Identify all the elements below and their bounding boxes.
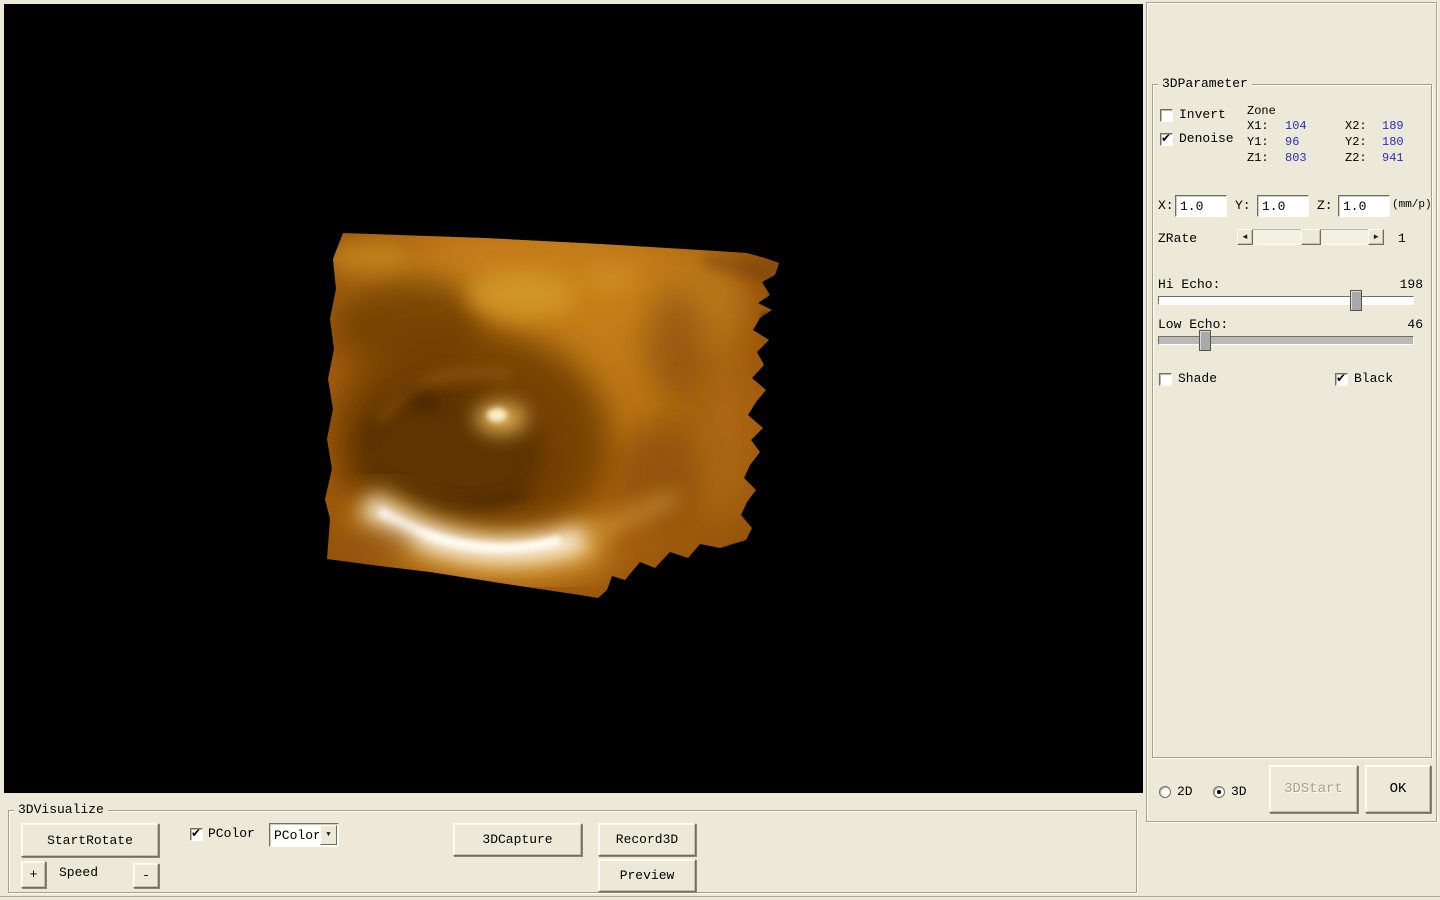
- denoise-label: Denoise: [1179, 131, 1234, 146]
- shade-checkbox[interactable]: ✔: [1159, 373, 1172, 386]
- y-scale-label: Y:: [1235, 198, 1251, 213]
- zrate-scrollbar[interactable]: ◄ ►: [1237, 229, 1384, 245]
- check-icon: ✔: [1336, 371, 1347, 385]
- black-checkbox[interactable]: ✔: [1335, 371, 1348, 386]
- low-echo-slider[interactable]: [1158, 330, 1414, 351]
- zone-x2-value: 189: [1382, 119, 1404, 133]
- zone-title: Zone: [1247, 104, 1276, 118]
- zone-z1-value: 803: [1285, 151, 1307, 165]
- shade-label: Shade: [1178, 371, 1218, 386]
- zone-z2-label: Z2:: [1345, 151, 1367, 165]
- x-scale-input[interactable]: [1175, 195, 1227, 217]
- zone-x1-label: X1:: [1247, 119, 1269, 133]
- radio-2d-label: 2D: [1177, 784, 1193, 799]
- zone-x1-value: 104: [1285, 119, 1307, 133]
- parameter-panel: 3DParameter ✔ Invert ✔ Denoise Zone X1: …: [1146, 2, 1437, 822]
- check-icon: ✔: [191, 826, 202, 840]
- ok-button[interactable]: OK: [1365, 765, 1431, 813]
- zone-y1-value: 96: [1285, 135, 1300, 149]
- z-scale-label: Z:: [1317, 198, 1333, 213]
- zone-x2-label: X2:: [1345, 119, 1367, 133]
- invert-label: Invert: [1179, 107, 1226, 122]
- record3d-button[interactable]: Record3D: [598, 823, 696, 856]
- scroll-left-arrow-icon[interactable]: ◄: [1237, 229, 1253, 245]
- pcolor-checkbox[interactable]: ✔: [190, 826, 203, 841]
- preview-button[interactable]: Preview: [598, 859, 696, 892]
- start-rotate-button[interactable]: StartRotate: [21, 823, 159, 857]
- group-3dparameter: 3DParameter ✔ Invert ✔ Denoise Zone X1: …: [1152, 76, 1432, 758]
- group-3dvisualize: 3DVisualize StartRotate ✔ PColor PColor …: [8, 802, 1137, 893]
- z-scale-input[interactable]: [1338, 195, 1390, 217]
- hi-echo-value: 198: [1399, 277, 1423, 292]
- scroll-right-arrow-icon[interactable]: ►: [1368, 229, 1384, 245]
- app-window: { "icons": { "dropdown_arrow": "▼", "scr…: [0, 0, 1440, 900]
- hi-echo-slider[interactable]: [1158, 290, 1414, 311]
- scale-unit-label: (mm/p): [1392, 199, 1432, 211]
- hi-echo-slider-thumb[interactable]: [1350, 290, 1363, 311]
- pcolor-label: PColor: [208, 826, 255, 841]
- zone-y2-label: Y2:: [1345, 135, 1367, 149]
- zone-z1-label: Z1:: [1247, 151, 1269, 165]
- group-3dvisualize-title: 3DVisualize: [14, 802, 108, 817]
- zrate-label: ZRate: [1158, 231, 1198, 246]
- viewport-3d[interactable]: [4, 4, 1143, 793]
- zrate-scrollbar-thumb[interactable]: [1301, 229, 1321, 245]
- hi-echo-label: Hi Echo:: [1158, 277, 1221, 292]
- ultrasound-volume-render: [325, 233, 779, 598]
- zone-z2-value: 941: [1382, 151, 1404, 165]
- zone-y2-value: 180: [1382, 135, 1404, 149]
- zrate-value: 1: [1398, 231, 1406, 246]
- zrate-scrollbar-track[interactable]: [1253, 229, 1368, 245]
- x-scale-label: X:: [1158, 198, 1174, 213]
- y-scale-input[interactable]: [1257, 195, 1309, 217]
- group-3dparameter-title: 3DParameter: [1158, 76, 1252, 91]
- radio-2d[interactable]: [1159, 786, 1171, 798]
- capture3d-button[interactable]: 3DCapture: [453, 823, 582, 856]
- invert-checkbox[interactable]: ✔: [1160, 109, 1173, 122]
- denoise-checkbox[interactable]: ✔: [1160, 131, 1173, 146]
- black-label: Black: [1354, 371, 1394, 386]
- start3d-button[interactable]: 3DStart: [1269, 765, 1358, 813]
- radio-3d[interactable]: [1213, 786, 1225, 798]
- check-icon: ✔: [1161, 131, 1172, 145]
- low-echo-label: Low Echo:: [1158, 317, 1229, 332]
- speed-label: Speed: [59, 865, 99, 880]
- speed-plus-button[interactable]: +: [21, 861, 46, 888]
- speed-minus-button[interactable]: -: [133, 863, 159, 888]
- chevron-down-icon[interactable]: ▼: [320, 825, 337, 845]
- zone-y1-label: Y1:: [1247, 135, 1269, 149]
- radio-3d-label: 3D: [1231, 784, 1247, 799]
- pcolor-dropdown-value: PColor: [274, 828, 319, 843]
- window-bottom-edge: [0, 896, 1440, 897]
- low-echo-slider-thumb[interactable]: [1198, 330, 1211, 351]
- low-echo-value: 46: [1407, 317, 1423, 332]
- pcolor-dropdown[interactable]: PColor ▼: [269, 823, 339, 847]
